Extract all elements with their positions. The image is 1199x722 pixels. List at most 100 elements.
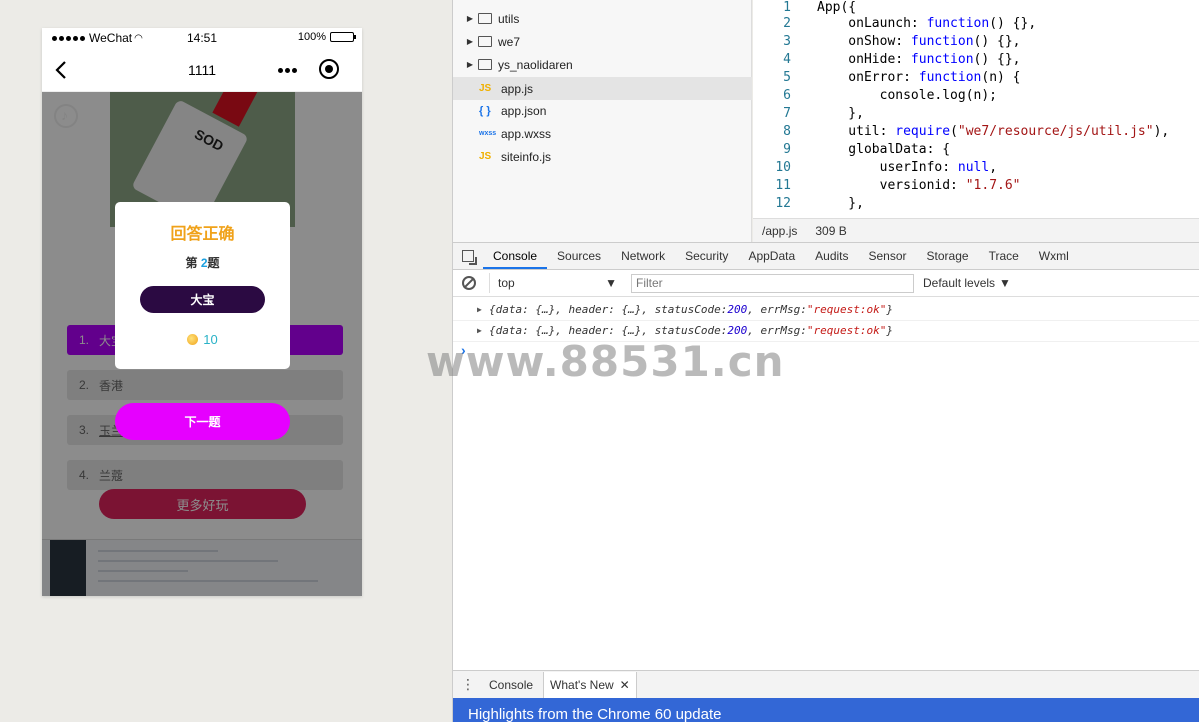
kebab-menu-icon[interactable]: ⋮ xyxy=(453,676,483,693)
tree-label: we7 xyxy=(498,34,521,49)
code-text: userInfo: null, xyxy=(817,160,998,175)
more-dot xyxy=(291,67,297,73)
more-dot xyxy=(284,67,290,73)
caret-down-icon: ▼ xyxy=(999,276,1011,290)
code-text: onHide: function() {}, xyxy=(817,52,1021,67)
battery-percent: 100% xyxy=(297,31,326,43)
inspect-element-icon[interactable] xyxy=(453,243,483,269)
more-dot xyxy=(277,67,283,73)
tree-folder-utils[interactable]: ▶ utils xyxy=(453,7,752,30)
result-title: 回答正确 xyxy=(170,226,235,243)
line-number: 9 xyxy=(783,142,791,157)
line-number: 6 xyxy=(783,88,791,103)
tree-file-app-js[interactable]: JS app.js xyxy=(453,77,752,100)
folder-icon xyxy=(478,36,492,47)
tree-folder-we7[interactable]: ▶ we7 xyxy=(453,30,752,53)
tree-label: ys_naolidaren xyxy=(498,57,573,72)
nav-bar: 1111 xyxy=(42,48,362,92)
tab-trace[interactable]: Trace xyxy=(979,243,1029,269)
tab-security[interactable]: Security xyxy=(675,243,738,269)
log-text: } xyxy=(886,303,894,316)
file-tree: ▶ utils ▶ we7 ▶ ys_naolidaren JS app.js … xyxy=(453,0,752,242)
wxss-file-icon: wxss xyxy=(479,130,497,137)
editor-status-bar: /app.js 309 B xyxy=(753,218,1199,242)
line-number: 5 xyxy=(783,70,791,85)
log-text: , errMsg: xyxy=(747,303,807,316)
code-text: onShow: function() {}, xyxy=(817,34,1021,49)
code-text: versionid: "1.7.6" xyxy=(817,178,1021,193)
code-text: console.log(n); xyxy=(817,88,998,103)
battery-icon xyxy=(330,32,356,42)
tree-label: app.js xyxy=(501,81,534,96)
code-text: util: require("we7/resource/js/util.js")… xyxy=(817,124,1170,139)
folder-icon xyxy=(478,59,492,70)
qno-suffix: 题 xyxy=(207,256,220,270)
json-file-icon: { } xyxy=(479,104,491,117)
clear-console-icon[interactable] xyxy=(462,276,476,290)
line-number: 2 xyxy=(783,16,791,31)
console-toolbar: top ▼ Default levels ▼ xyxy=(453,270,1199,297)
tab-storage[interactable]: Storage xyxy=(917,243,979,269)
expand-arrow-icon[interactable]: ▶ xyxy=(477,305,489,314)
tree-folder-ys-naolidaren[interactable]: ▶ ys_naolidaren xyxy=(453,53,752,76)
caret-down-icon: ▼ xyxy=(605,276,617,290)
whats-new-banner: Highlights from the Chrome 60 update xyxy=(453,698,1199,722)
tree-label: utils xyxy=(498,11,520,26)
tab-sensor[interactable]: Sensor xyxy=(859,243,917,269)
context-selector[interactable]: top ▼ xyxy=(489,273,623,293)
more-menu-button[interactable] xyxy=(274,60,300,80)
tab-wxml[interactable]: Wxml xyxy=(1029,243,1079,269)
filter-input[interactable] xyxy=(631,273,914,293)
tab-sources[interactable]: Sources xyxy=(547,243,611,269)
line-number: 7 xyxy=(783,106,791,121)
caret-right-icon: ▶ xyxy=(466,37,474,46)
code-text: onLaunch: function() {}, xyxy=(817,16,1037,31)
devtools-tab-bar: Console Sources Network Security AppData… xyxy=(453,242,1199,270)
tab-audits[interactable]: Audits xyxy=(805,243,858,269)
log-text: {data: {…}, header: {…}, statusCode: xyxy=(489,324,728,337)
close-icon[interactable]: ✕ xyxy=(620,672,630,698)
expand-arrow-icon[interactable]: ▶ xyxy=(477,326,489,335)
coin-reward: 10 xyxy=(115,332,290,347)
log-entry[interactable]: ▶ {data: {…}, header: {…}, statusCode: 2… xyxy=(453,299,1199,321)
tree-file-app-json[interactable]: { } app.json xyxy=(453,99,752,122)
close-miniprogram-button[interactable] xyxy=(319,59,339,79)
line-number: 10 xyxy=(775,160,791,175)
next-question-button[interactable]: 下一题 xyxy=(115,403,290,440)
code-text: }, xyxy=(817,196,864,211)
coin-icon xyxy=(187,334,199,345)
drawer-tab-console[interactable]: Console xyxy=(483,672,539,698)
caret-right-icon: ▶ xyxy=(466,60,474,69)
log-levels-dropdown[interactable]: Default levels ▼ xyxy=(923,276,1011,290)
log-text: , errMsg: xyxy=(747,324,807,337)
correct-answer-badge: 大宝 xyxy=(140,286,265,313)
watermark: www.88531.cn xyxy=(426,337,785,386)
code-text: onError: function(n) { xyxy=(817,70,1021,85)
tree-label: app.json xyxy=(501,103,547,118)
coin-value: 10 xyxy=(203,332,218,347)
tab-appdata[interactable]: AppData xyxy=(738,243,805,269)
code-text: App({ xyxy=(817,0,857,15)
log-message: "request:ok" xyxy=(806,324,887,337)
drawer-tab-whats-new[interactable]: What's New ✕ xyxy=(543,671,637,698)
result-modal: 回答正确 第 2题 大宝 10 xyxy=(115,202,290,369)
code-text: globalData: { xyxy=(817,142,951,157)
battery-indicator: 100% xyxy=(297,31,356,43)
js-file-icon: JS xyxy=(479,83,492,94)
phone-simulator: WeChat ◠ 14:51 100% 1111 SOD 1. 大宝 2 xyxy=(42,28,362,596)
line-number: 3 xyxy=(783,34,791,49)
log-status-code: 200 xyxy=(727,324,748,337)
code-editor[interactable]: 1 App({ 2 onLaunch: function() {}, 3 onSh… xyxy=(753,0,1199,218)
log-message: "request:ok" xyxy=(806,303,887,316)
tree-file-siteinfo-js[interactable]: JS siteinfo.js xyxy=(453,145,752,168)
file-path: /app.js xyxy=(762,223,798,238)
line-number: 8 xyxy=(783,124,791,139)
tab-network[interactable]: Network xyxy=(611,243,675,269)
page-title: 1111 xyxy=(187,62,217,78)
drawer-tab-label: What's New xyxy=(550,677,614,692)
context-value: top xyxy=(498,276,515,290)
tree-file-app-wxss[interactable]: wxss app.wxss xyxy=(453,122,752,145)
qno-prefix: 第 xyxy=(185,256,198,270)
tab-console[interactable]: Console xyxy=(483,243,548,269)
log-status-code: 200 xyxy=(727,303,748,316)
